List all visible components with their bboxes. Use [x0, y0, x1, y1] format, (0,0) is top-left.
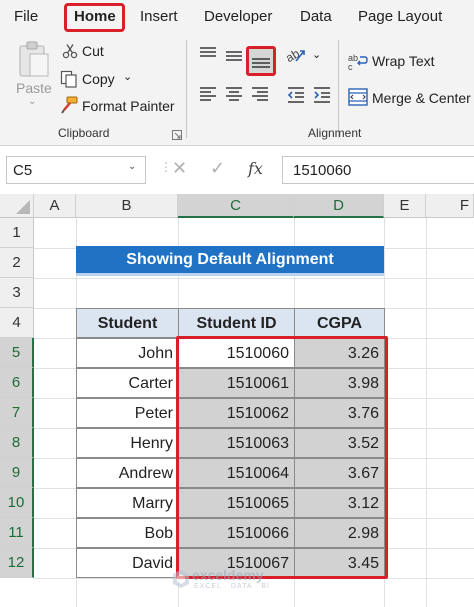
row-header-4[interactable]: 4 [0, 308, 34, 338]
formula-bar-grip-icon: ⋮ [160, 160, 172, 174]
worksheet-grid: A B C D E F 1 2 3 4 5 6 7 8 9 10 11 12 S… [0, 194, 474, 607]
cut-button[interactable]: Cut [82, 43, 104, 59]
alignment-group-label: Alignment [308, 126, 362, 140]
student-cell[interactable]: Bob [76, 518, 179, 548]
header-cell-student-id[interactable]: Student ID [178, 308, 295, 338]
column-header-e[interactable]: E [384, 194, 426, 218]
tab-file[interactable]: File [14, 8, 38, 25]
align-left-icon[interactable] [198, 86, 218, 109]
format-painter-icon [60, 96, 78, 119]
ribbon: Paste ⌄ Cut Copy ⌄ Format Painter Clipbo… [0, 34, 474, 146]
align-middle-icon[interactable] [224, 48, 244, 69]
merge-center-button[interactable]: Merge & Center [372, 90, 471, 106]
student-cell[interactable]: Peter [76, 398, 179, 428]
selection-highlight [176, 336, 388, 579]
merge-center-icon [348, 88, 368, 111]
row-header-5[interactable]: 5 [0, 338, 34, 368]
header-cell-student[interactable]: Student [76, 308, 179, 338]
group-separator [186, 40, 187, 138]
svg-text:ab: ab [286, 46, 302, 64]
student-cell[interactable]: Henry [76, 428, 179, 458]
formula-bar: C5 ⌄ ⋮ ✕ ✓ fx 1510060 [0, 148, 474, 192]
column-header-b[interactable]: B [76, 194, 178, 218]
insert-function-button[interactable]: fx [248, 159, 263, 178]
enter-icon[interactable]: ✓ [210, 158, 225, 179]
tab-developer[interactable]: Developer [204, 8, 272, 25]
row-header-3[interactable]: 3 [0, 278, 34, 308]
align-bottom-button[interactable] [246, 46, 276, 76]
format-painter-button[interactable]: Format Painter [82, 98, 175, 114]
increase-indent-icon[interactable] [312, 86, 332, 109]
student-cell[interactable]: David [76, 548, 179, 578]
tab-data[interactable]: Data [300, 8, 332, 25]
align-center-icon[interactable] [224, 86, 244, 109]
watermark-name: exceldemy [192, 567, 264, 583]
sheet-title[interactable]: Showing Default Alignment [76, 246, 384, 276]
row-header-1[interactable]: 1 [0, 218, 34, 248]
column-header-f[interactable]: F [426, 194, 474, 218]
student-cell[interactable]: Carter [76, 368, 179, 398]
svg-text:c: c [348, 62, 353, 70]
select-all-icon [16, 200, 30, 214]
formula-input[interactable]: 1510060 [282, 156, 474, 184]
decrease-indent-icon[interactable] [286, 86, 306, 109]
align-right-icon[interactable] [250, 86, 270, 109]
paste-label[interactable]: Paste [16, 80, 52, 96]
column-header-a[interactable]: A [34, 194, 76, 218]
cancel-icon[interactable]: ✕ [172, 158, 187, 179]
copy-button[interactable]: Copy [82, 71, 115, 87]
align-top-icon[interactable] [198, 46, 218, 67]
paste-icon[interactable] [16, 40, 52, 83]
row-header-11[interactable]: 11 [0, 518, 34, 548]
orientation-icon[interactable]: ab [283, 46, 312, 69]
copy-icon [60, 70, 78, 93]
row-header-12[interactable]: 12 [0, 548, 34, 578]
gridline [34, 278, 474, 279]
exceldemy-watermark: exceldemy EXCEL · DATA · BI [172, 566, 308, 594]
row-header-10[interactable]: 10 [0, 488, 34, 518]
paste-chevron-icon[interactable]: ⌄ [28, 96, 36, 107]
row-header-6[interactable]: 6 [0, 368, 34, 398]
header-cell-cgpa[interactable]: CGPA [294, 308, 385, 338]
tab-insert[interactable]: Insert [140, 8, 178, 25]
name-box-chevron-icon[interactable]: ⌄ [128, 161, 136, 172]
watermark-tagline: EXCEL · DATA · BI [194, 583, 270, 590]
group-separator [338, 40, 339, 138]
student-cell[interactable]: Marry [76, 488, 179, 518]
row-header-9[interactable]: 9 [0, 458, 34, 488]
orientation-chevron-icon[interactable]: ⌄ [312, 48, 321, 61]
formula-buttons: ⋮ ✕ ✓ fx [160, 156, 272, 184]
menu-bar: File Home Insert Developer Data Page Lay… [0, 0, 474, 34]
select-all-button[interactable] [0, 194, 34, 218]
scissors-icon [62, 43, 78, 64]
wrap-text-icon: ab c [348, 52, 368, 75]
clipboard-group-label: Clipboard [58, 126, 110, 140]
column-header-d[interactable]: D [294, 194, 384, 218]
tab-page-layout[interactable]: Page Layout [358, 8, 442, 25]
clipboard-launcher-icon[interactable] [172, 127, 182, 145]
student-cell[interactable]: John [76, 338, 179, 368]
row-header-8[interactable]: 8 [0, 428, 34, 458]
student-cell[interactable]: Andrew [76, 458, 179, 488]
name-box[interactable]: C5 [6, 156, 146, 184]
row-header-7[interactable]: 7 [0, 398, 34, 428]
copy-chevron-icon[interactable]: ⌄ [123, 70, 132, 83]
row-header-2[interactable]: 2 [0, 248, 34, 278]
column-header-c[interactable]: C [178, 194, 294, 218]
home-tab-highlight [64, 3, 125, 32]
exceldemy-logo-icon [173, 570, 189, 588]
align-bottom-icon [252, 58, 270, 68]
wrap-text-button[interactable]: Wrap Text [372, 53, 435, 69]
